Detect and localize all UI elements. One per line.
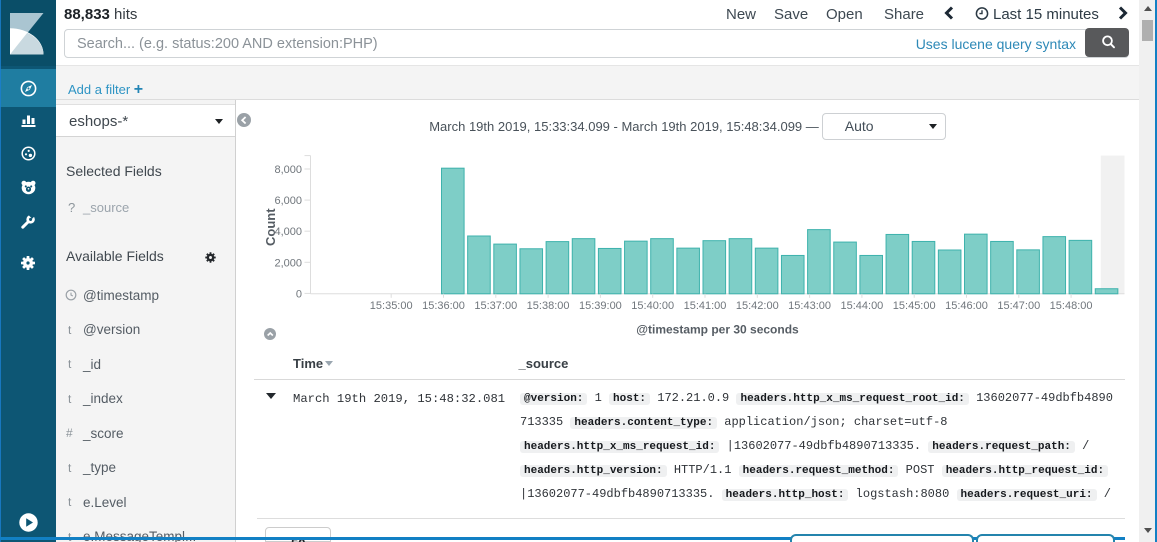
svg-text:15:44:00: 15:44:00 xyxy=(840,300,883,312)
svg-text:15:45:00: 15:45:00 xyxy=(893,300,936,312)
svg-text:8,000: 8,000 xyxy=(274,164,302,176)
svg-text:15:35:00: 15:35:00 xyxy=(370,300,413,312)
svg-text:15:43:00: 15:43:00 xyxy=(788,300,831,312)
svg-text:15:48:00: 15:48:00 xyxy=(1050,300,1093,312)
svg-text:15:46:00: 15:46:00 xyxy=(945,300,988,312)
svg-text:6,000: 6,000 xyxy=(274,195,302,207)
svg-text:4,000: 4,000 xyxy=(274,226,302,238)
svg-text:15:37:00: 15:37:00 xyxy=(474,300,517,312)
svg-text:15:42:00: 15:42:00 xyxy=(736,300,779,312)
svg-text:15:41:00: 15:41:00 xyxy=(684,300,727,312)
svg-text:15:36:00: 15:36:00 xyxy=(422,300,465,312)
svg-text:2,000: 2,000 xyxy=(274,257,302,269)
svg-text:15:47:00: 15:47:00 xyxy=(997,300,1040,312)
svg-text:15:39:00: 15:39:00 xyxy=(579,300,622,312)
svg-text:15:38:00: 15:38:00 xyxy=(527,300,570,312)
svg-text:0: 0 xyxy=(296,288,302,300)
svg-text:15:40:00: 15:40:00 xyxy=(631,300,674,312)
svg-text:@timestamp per 30 seconds: @timestamp per 30 seconds xyxy=(636,323,799,337)
